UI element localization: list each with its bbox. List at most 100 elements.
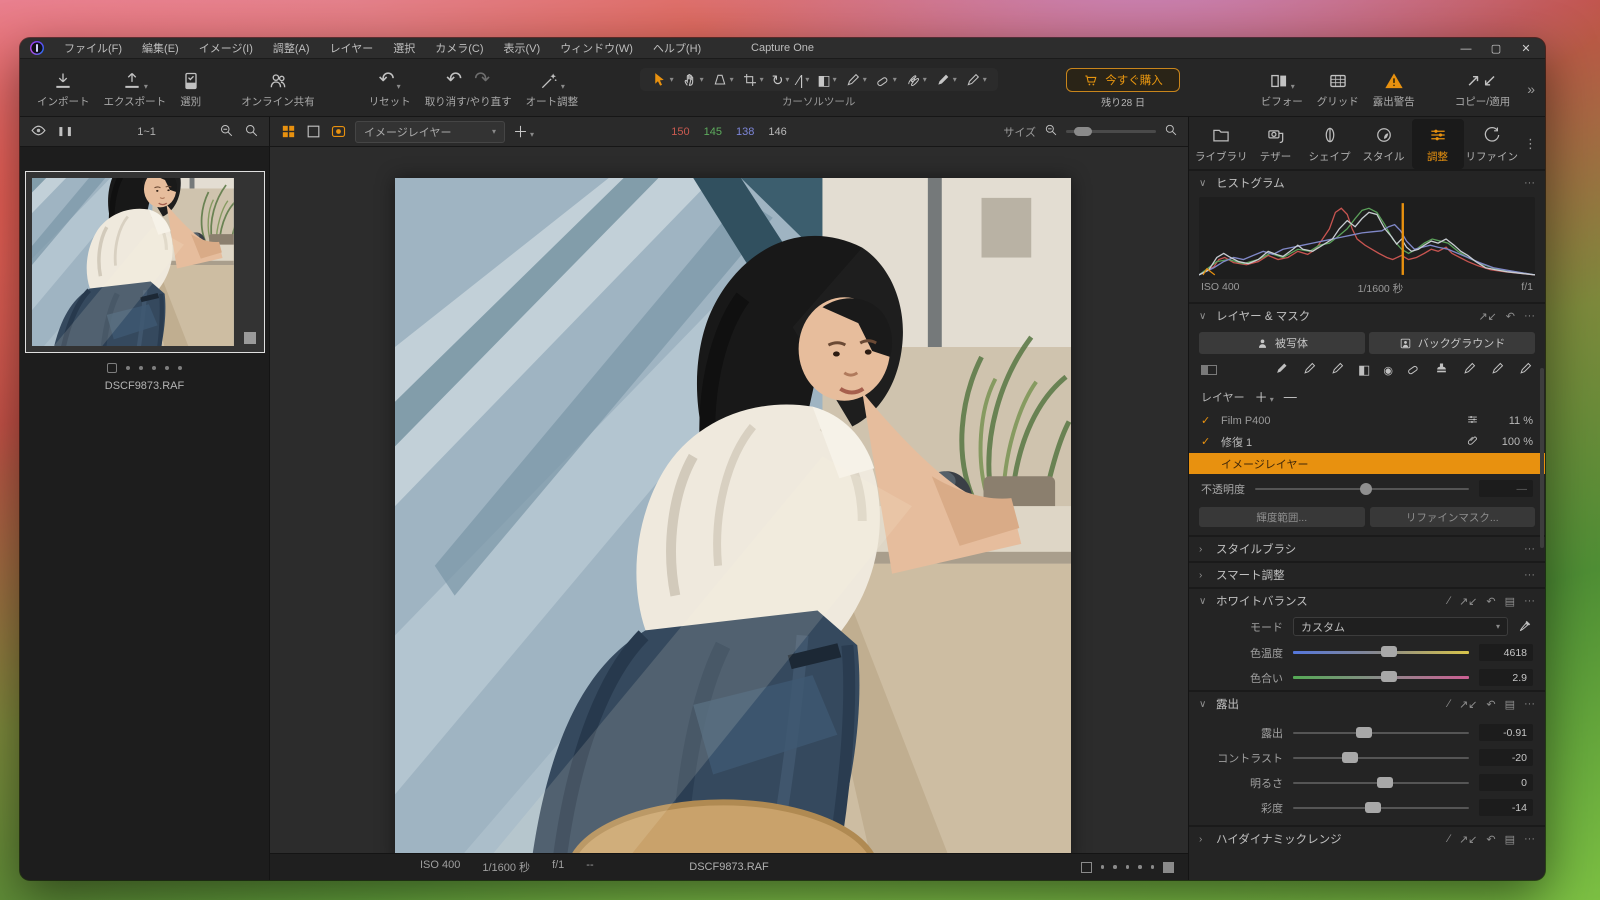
rating-dots[interactable]: [107, 363, 182, 373]
exposure-preset-icon[interactable]: ▤: [1505, 698, 1515, 711]
layer-row-image-selected[interactable]: イメージレイヤー: [1189, 453, 1545, 474]
collapsed-chevron-icon[interactable]: ›: [1199, 544, 1209, 555]
menu-layer[interactable]: レイヤー: [320, 40, 384, 56]
layers-copy-icon[interactable]: ↗↙: [1478, 310, 1496, 323]
close-button[interactable]: ✕: [1513, 42, 1539, 55]
straighten-tool[interactable]: ⁄|▾: [794, 73, 812, 87]
menu-image[interactable]: イメージ(I): [189, 40, 263, 56]
before-after-button[interactable]: ▾ ビフォー: [1254, 61, 1310, 116]
brightness-slider[interactable]: [1293, 782, 1469, 784]
exposure-more-icon[interactable]: ···: [1524, 698, 1535, 710]
hdr-copy-icon[interactable]: ↗↙: [1459, 833, 1477, 846]
histogram-more-icon[interactable]: ···: [1524, 177, 1535, 189]
multi-view-icon[interactable]: [280, 123, 297, 140]
thumbnail-selected[interactable]: [25, 171, 265, 353]
rotate-tool[interactable]: ↻▾: [769, 73, 793, 87]
wb-reset-icon[interactable]: ↶: [1486, 595, 1495, 608]
maximize-button[interactable]: ▢: [1483, 42, 1509, 55]
add-layer-button[interactable]: ＋▾: [513, 121, 534, 142]
wb-copy-icon[interactable]: ↗↙: [1459, 595, 1477, 608]
zoom-out-loupe-icon[interactable]: [1044, 123, 1058, 140]
menu-edit[interactable]: 編集(E): [132, 40, 189, 56]
menu-view[interactable]: 表示(V): [494, 40, 551, 56]
eraser-tool[interactable]: ▾: [872, 72, 900, 88]
mask-background-button[interactable]: バックグラウンド: [1369, 332, 1535, 354]
opacity-slider[interactable]: [1255, 488, 1469, 490]
layer-row-heal[interactable]: ✓ 修復 1 100 %: [1189, 431, 1545, 452]
search-loupe-icon[interactable]: [244, 123, 259, 141]
menu-camera[interactable]: カメラ(C): [425, 40, 493, 56]
add-layer-icon[interactable]: ＋▾: [1255, 387, 1274, 406]
crop-tool[interactable]: ▾: [739, 72, 767, 88]
rating-checkbox[interactable]: [107, 363, 117, 373]
draw-tool[interactable]: ▾: [962, 72, 990, 88]
wb-edit-icon[interactable]: ∕: [1448, 595, 1450, 607]
wb-tint-slider[interactable]: [1293, 676, 1469, 679]
pause-filter-icon[interactable]: ❚❚: [57, 126, 74, 137]
tab-shape[interactable]: シェイプ: [1304, 119, 1356, 169]
panel-scrollbar[interactable]: [1540, 368, 1544, 548]
brightness-value[interactable]: 0: [1479, 774, 1533, 791]
mask-display-toggle[interactable]: [1201, 365, 1217, 375]
exposure-value[interactable]: -0.91: [1479, 724, 1533, 741]
layer-select-dropdown[interactable]: イメージレイヤー ▾: [355, 121, 505, 143]
cull-button[interactable]: 選別: [173, 61, 208, 116]
pan-tool[interactable]: ▾: [679, 72, 707, 88]
mask-clone-stamp-icon[interactable]: [1434, 361, 1449, 379]
tab-adjust[interactable]: 調整: [1412, 119, 1464, 169]
tab-tether[interactable]: テザー: [1250, 119, 1302, 169]
zoom-slider[interactable]: [1066, 130, 1156, 133]
loupe-tool[interactable]: ▾: [709, 72, 737, 88]
filter-loupe-icon[interactable]: [219, 123, 234, 141]
select-tool[interactable]: ▾: [648, 71, 677, 88]
menu-file[interactable]: ファイル(F): [54, 40, 132, 56]
hdr-reset-icon[interactable]: ↶: [1486, 833, 1495, 846]
fill-brush-tool[interactable]: ▾: [932, 72, 960, 88]
exposure-copy-icon[interactable]: ↗↙: [1459, 698, 1477, 711]
proof-view-icon[interactable]: [330, 123, 347, 140]
minimize-button[interactable]: —: [1453, 43, 1479, 55]
grid-button[interactable]: グリッド: [1310, 61, 1366, 116]
mask-draw-subtract-icon[interactable]: [1518, 361, 1533, 379]
import-button[interactable]: インポート: [30, 61, 97, 116]
tab-styles[interactable]: スタイル: [1358, 119, 1410, 169]
mask-radial-icon[interactable]: ◉: [1383, 364, 1393, 377]
single-view-icon[interactable]: [305, 123, 322, 140]
copy-apply-button[interactable]: ↗↙ コピー/適用: [1448, 61, 1517, 116]
saturation-slider[interactable]: [1293, 807, 1469, 809]
exposure-reset-icon[interactable]: ↶: [1486, 698, 1495, 711]
mask-gradient-icon[interactable]: ◧: [1358, 362, 1370, 378]
menu-window[interactable]: ウィンドウ(W): [550, 40, 643, 56]
undo-icon[interactable]: ↶: [446, 68, 462, 91]
preview-eye-icon[interactable]: [30, 122, 47, 142]
wb-tint-value[interactable]: 2.9: [1479, 669, 1533, 686]
refine-mask-button[interactable]: リファインマスク...: [1370, 507, 1536, 527]
hdr-preset-icon[interactable]: ▤: [1505, 833, 1515, 846]
collapsed-chevron-icon[interactable]: ›: [1199, 570, 1209, 581]
mask-eraser-icon[interactable]: [1406, 361, 1421, 379]
wb-mode-dropdown[interactable]: カスタム ▾: [1293, 617, 1508, 636]
layers-more-icon[interactable]: ···: [1524, 310, 1535, 322]
wb-more-icon[interactable]: ···: [1524, 595, 1535, 607]
collapse-chevron-icon[interactable]: ∨: [1199, 311, 1209, 322]
mask-draw-icon[interactable]: [1462, 361, 1477, 379]
toolbar-overflow-button[interactable]: »: [1527, 81, 1535, 97]
tabs-kebab-menu[interactable]: ⋮: [1520, 119, 1541, 169]
menu-select[interactable]: 選択: [383, 40, 425, 56]
layer-row-film[interactable]: ✓ Film P400 11 %: [1189, 410, 1545, 431]
smart-adjust-more-icon[interactable]: ···: [1524, 569, 1535, 581]
redo-icon[interactable]: ↷: [474, 68, 490, 91]
status-color-tag[interactable]: [1163, 862, 1174, 873]
contrast-value[interactable]: -20: [1479, 749, 1533, 766]
status-rating[interactable]: [1081, 862, 1175, 873]
wb-preset-icon[interactable]: ▤: [1505, 595, 1515, 608]
photo-image[interactable]: [395, 178, 1071, 864]
zoom-in-loupe-icon[interactable]: [1164, 123, 1178, 140]
wb-temp-value[interactable]: 4618: [1479, 644, 1533, 661]
hdr-more-icon[interactable]: ···: [1524, 833, 1535, 845]
online-share-button[interactable]: オンライン共有: [234, 61, 322, 116]
hdr-edit-icon[interactable]: ∕: [1448, 833, 1450, 845]
mask-draw-add-icon[interactable]: [1490, 361, 1505, 379]
viewer-canvas[interactable]: [270, 147, 1188, 853]
wb-temp-slider[interactable]: [1293, 651, 1469, 654]
